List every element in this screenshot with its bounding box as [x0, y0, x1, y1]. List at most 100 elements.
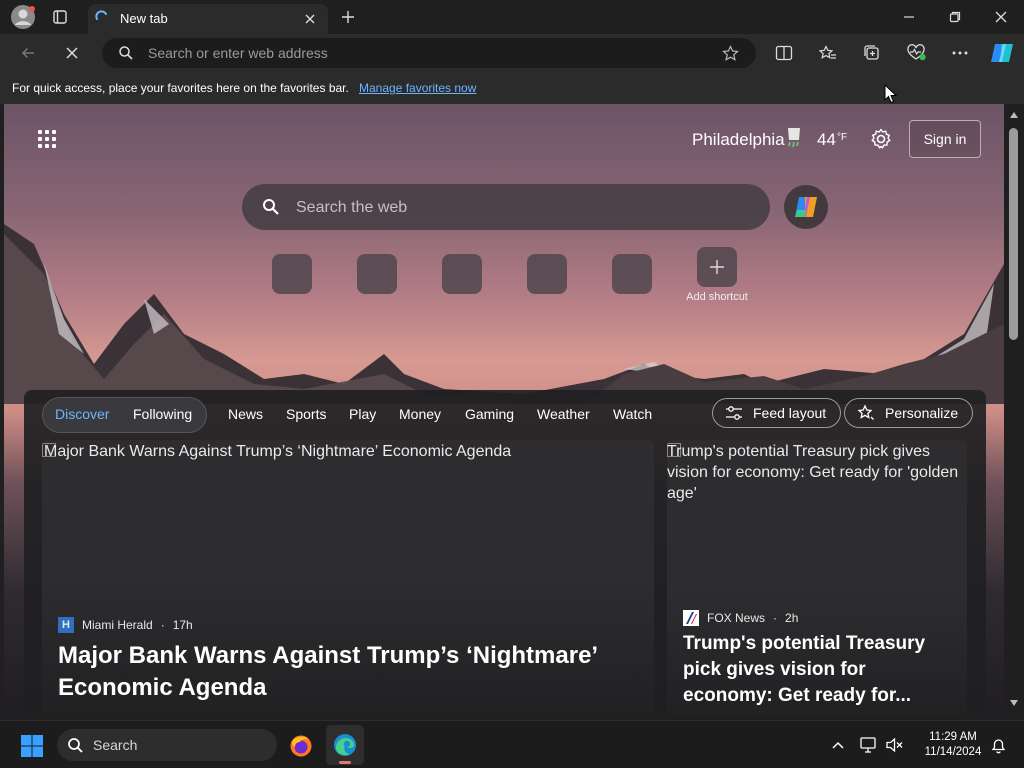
article-image-alt-text: Trump's potential Treasury pick gives vi… [667, 443, 959, 502]
sign-in-label: Sign in [923, 131, 967, 147]
shortcut-tile[interactable] [272, 254, 312, 294]
notifications-button[interactable] [988, 735, 1008, 755]
scroll-up-arrow-icon[interactable] [1010, 112, 1018, 118]
close-window-button[interactable] [978, 0, 1024, 34]
favorite-star-icon[interactable] [722, 45, 739, 62]
plus-icon [710, 260, 724, 274]
address-input[interactable]: Search or enter web address [148, 45, 328, 61]
gear-icon [871, 128, 891, 149]
news-feed: Discover Following News Sports Play Mone… [24, 390, 986, 716]
sliders-icon [726, 406, 742, 420]
network-status[interactable] [858, 734, 880, 756]
taskbar-search[interactable]: Search [57, 729, 277, 761]
monitor-network-icon [860, 737, 876, 753]
article-source: H Miami Herald · 17h [58, 617, 193, 633]
page-settings-button[interactable] [868, 126, 894, 152]
plus-icon [342, 11, 354, 23]
article-card-1[interactable]: Major Bank Warns Against Trump’s ‘Nightm… [42, 440, 654, 716]
restore-button[interactable] [932, 0, 978, 34]
tab-actions-button[interactable] [48, 0, 72, 34]
shortcut-tile[interactable] [442, 254, 482, 294]
copilot-button[interactable] [988, 40, 1016, 66]
tab-money[interactable]: Money [399, 406, 441, 422]
web-search-input[interactable]: Search the web [296, 199, 407, 217]
new-tab-button[interactable] [336, 0, 360, 34]
active-app-indicator [339, 761, 351, 764]
address-bar[interactable]: Search or enter web address [102, 38, 756, 68]
profile-icon [11, 5, 35, 29]
tab-play[interactable]: Play [349, 406, 376, 422]
fox-news-logo [683, 610, 699, 626]
tab-gaming[interactable]: Gaming [465, 406, 514, 422]
firefox-icon [290, 735, 312, 757]
favorites-button[interactable] [816, 42, 840, 64]
personalize-label: Personalize [885, 405, 959, 421]
copilot-search-button[interactable] [784, 185, 828, 229]
taskbar-edge[interactable] [326, 725, 364, 765]
article-card-2[interactable]: Trump's potential Treasury pick gives vi… [667, 440, 967, 716]
start-button[interactable] [18, 732, 46, 760]
sign-in-button[interactable]: Sign in [909, 120, 981, 158]
back-arrow-icon [21, 47, 34, 59]
personalize-button[interactable]: Personalize [844, 398, 974, 428]
article-image-alt-text: Major Bank Warns Against Trump’s ‘Nightm… [44, 443, 512, 460]
toolbar: Search or enter web address [0, 34, 1024, 74]
collections-button[interactable] [860, 42, 884, 64]
profile-avatar[interactable] [8, 0, 38, 34]
tab-news[interactable]: News [228, 406, 263, 422]
windows-taskbar: Search 11:29 AM 11/14/2024 [0, 720, 1024, 768]
tab-weather[interactable]: Weather [537, 406, 590, 422]
speaker-muted-icon [886, 737, 903, 753]
minimize-icon [904, 16, 914, 18]
volume-status[interactable] [884, 734, 906, 756]
scroll-down-arrow-icon[interactable] [1010, 700, 1018, 706]
title-bar: New tab [0, 0, 1024, 34]
tab-discover[interactable]: Discover [55, 406, 109, 422]
apps-launcher-button[interactable] [36, 128, 58, 150]
new-tab-page: Philadelphia 44 °F Sign in Search the we… [4, 104, 1004, 716]
web-search-box[interactable]: Search the web [242, 184, 770, 230]
more-icon [952, 51, 968, 55]
loading-spinner-icon [95, 10, 107, 20]
close-icon [995, 11, 1007, 23]
close-tab-icon[interactable] [304, 13, 316, 25]
add-shortcut-label: Add shortcut [686, 291, 748, 303]
tab-following[interactable]: Following [133, 406, 192, 422]
tab-new-tab[interactable]: New tab [88, 4, 328, 34]
tab-watch[interactable]: Watch [613, 406, 652, 422]
article-headline[interactable]: Trump's potential Treasury pick gives vi… [683, 631, 953, 709]
clock-date: 11/14/2024 [924, 746, 982, 758]
personalize-star-icon [857, 404, 874, 420]
windows-logo-icon [21, 735, 43, 757]
weather-icon [788, 128, 800, 148]
page-scrollbar[interactable] [1004, 104, 1024, 716]
weather-location[interactable]: Philadelphia [692, 130, 785, 150]
weather-temperature[interactable]: 44 [817, 130, 836, 150]
tab-sports[interactable]: Sports [286, 406, 326, 422]
favorites-icon [819, 45, 836, 59]
show-hidden-icons-button[interactable] [828, 735, 848, 755]
add-shortcut-button[interactable] [697, 247, 737, 287]
scrollbar-thumb[interactable] [1009, 128, 1018, 340]
split-screen-icon [775, 45, 793, 61]
chevron-up-icon [832, 741, 844, 749]
system-clock[interactable]: 11:29 AM 11/14/2024 [916, 730, 990, 760]
tab-actions-icon [53, 10, 67, 24]
shortcut-tile[interactable] [357, 254, 397, 294]
shortcut-tile[interactable] [527, 254, 567, 294]
settings-and-more-button[interactable] [948, 42, 972, 64]
article-source-name: Miami Herald [82, 618, 153, 632]
source-separator: · [773, 611, 778, 625]
stop-icon [66, 47, 78, 59]
article-headline[interactable]: Major Bank Warns Against Trump’s ‘Nightm… [58, 640, 628, 704]
feed-layout-button[interactable]: Feed layout [712, 398, 842, 428]
browser-essentials-button[interactable] [904, 42, 930, 64]
shortcut-tile[interactable] [612, 254, 652, 294]
back-button[interactable] [16, 42, 40, 64]
taskbar-firefox[interactable] [286, 731, 316, 761]
collections-icon [864, 45, 879, 60]
manage-favorites-link[interactable]: Manage favorites now [359, 81, 476, 95]
split-screen-button[interactable] [772, 42, 796, 64]
stop-loading-button[interactable] [60, 42, 84, 64]
minimize-button[interactable] [886, 0, 932, 34]
